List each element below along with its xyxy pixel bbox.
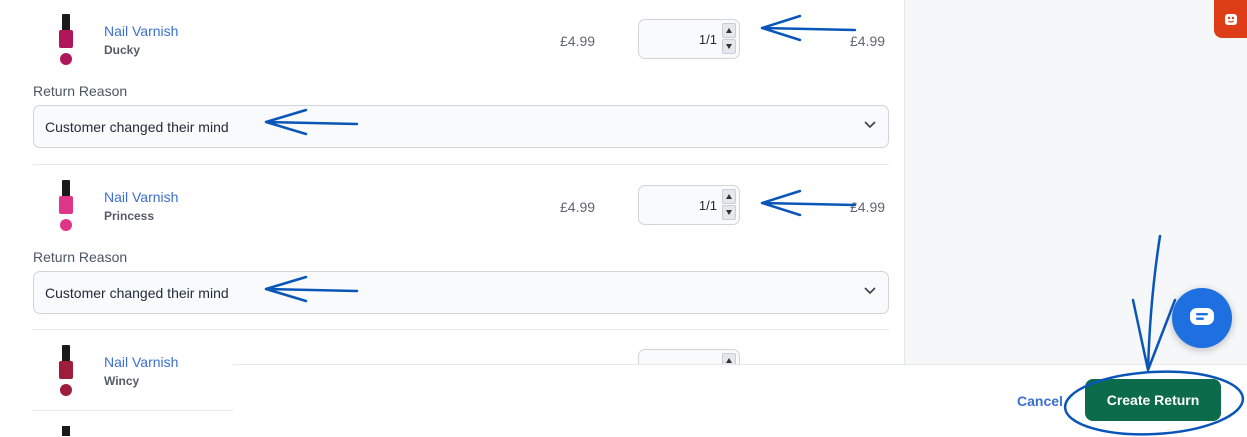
chevron-down-icon xyxy=(864,121,876,129)
item-divider xyxy=(33,164,889,165)
chevron-down-icon xyxy=(864,287,876,295)
return-reason-label: Return Reason xyxy=(33,249,128,265)
nail-varnish-bottle-icon xyxy=(59,14,73,65)
app-badge-icon[interactable] xyxy=(1214,0,1247,38)
create-return-button[interactable]: Create Return xyxy=(1085,379,1221,421)
return-line-item: Nail Varnish Princess £4.99 1/1 £4.99 xyxy=(33,180,889,236)
selected-reason: Customer changed their mind xyxy=(45,285,229,301)
unit-price: £4.99 xyxy=(560,33,596,49)
chat-icon xyxy=(1190,308,1214,325)
quantity-value: 1/1 xyxy=(698,32,717,47)
chat-launcher-button[interactable] xyxy=(1172,288,1232,348)
spinner-up-icon[interactable] xyxy=(722,189,736,204)
nail-varnish-bottle-icon xyxy=(59,180,73,231)
selected-reason: Customer changed their mind xyxy=(45,119,229,135)
quantity-stepper[interactable]: 1/1 xyxy=(638,185,740,225)
spinner-up-icon[interactable] xyxy=(722,23,736,38)
cancel-button[interactable]: Cancel xyxy=(1017,393,1063,409)
nail-varnish-bottle-icon xyxy=(59,345,73,396)
spinner-down-icon[interactable] xyxy=(722,39,736,54)
item-divider xyxy=(33,329,889,330)
line-total: £4.99 xyxy=(850,33,886,49)
product-variant: Princess xyxy=(104,209,155,223)
product-name[interactable]: Nail Varnish xyxy=(104,189,178,205)
return-reason-select[interactable]: Customer changed their mind xyxy=(33,271,889,314)
quantity-stepper[interactable]: 1/1 xyxy=(638,19,740,59)
spinner-down-icon[interactable] xyxy=(722,205,736,220)
item-divider xyxy=(33,410,233,411)
product-name[interactable]: Nail Varnish xyxy=(104,354,178,370)
quantity-value: 1/1 xyxy=(698,198,717,213)
nail-varnish-bottle-icon xyxy=(62,426,70,436)
return-reason-select[interactable]: Customer changed their mind xyxy=(33,105,889,148)
return-line-item: Nail Varnish Ducky £4.99 1/1 £4.99 xyxy=(33,14,889,70)
product-name[interactable]: Nail Varnish xyxy=(104,23,178,39)
product-variant: Ducky xyxy=(104,43,141,57)
unit-price: £4.99 xyxy=(560,199,596,215)
line-total: £4.99 xyxy=(850,199,886,215)
product-variant: Wincy xyxy=(104,374,140,388)
return-reason-label: Return Reason xyxy=(33,83,128,99)
